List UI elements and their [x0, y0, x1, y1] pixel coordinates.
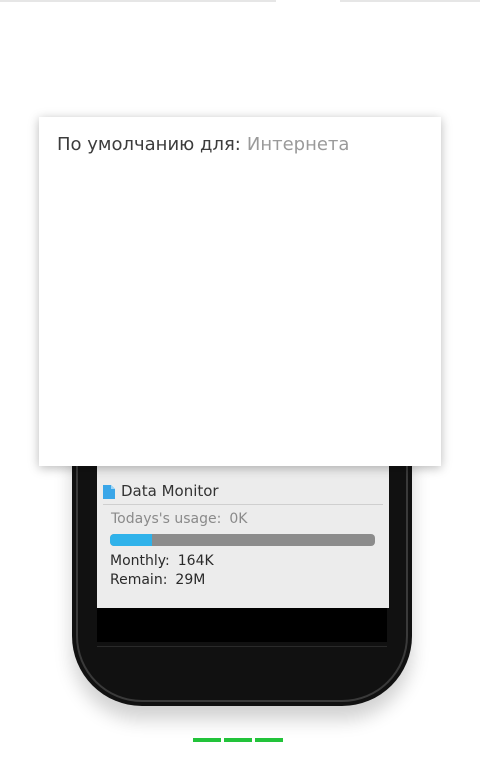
- dialog-title: По умолчанию для: Интернета: [57, 134, 349, 155]
- monthly-label: Monthly:: [110, 553, 170, 569]
- page-indicator-dash: [224, 738, 252, 742]
- file-icon: [103, 484, 115, 499]
- screen: Data Monitor Todays's usage: 0K Monthly: 1…: [0, 0, 480, 762]
- widget-divider: [103, 504, 383, 505]
- remain-value: 29M: [175, 572, 206, 588]
- usage-label: Todays's usage:: [111, 511, 222, 527]
- usage-value: 0K: [229, 511, 248, 527]
- monthly-row: Monthly: 164K: [110, 553, 214, 569]
- widget-title: Data Monitor: [121, 482, 219, 500]
- usage-progress-fill: [110, 534, 153, 546]
- monthly-value: 164K: [177, 553, 214, 569]
- top-divider-left: [0, 0, 276, 2]
- page-indicator: [193, 738, 283, 742]
- data-monitor-widget[interactable]: Data Monitor Todays's usage: 0K Monthly: 1…: [97, 466, 389, 608]
- top-divider-right: [340, 0, 480, 2]
- remain-row: Remain: 29M: [110, 572, 205, 588]
- page-indicator-dash: [193, 738, 221, 742]
- phone-nav-divider: [97, 646, 387, 647]
- default-app-dialog: По умолчанию для: Интернета: [39, 117, 441, 466]
- remain-label: Remain:: [110, 572, 168, 588]
- widget-header: Data Monitor: [103, 480, 219, 502]
- usage-progress-bar: [110, 534, 375, 546]
- dialog-label: По умолчанию для:: [57, 134, 241, 155]
- usage-row: Todays's usage: 0K: [111, 511, 247, 527]
- dialog-app-name: Интернета: [246, 134, 350, 155]
- page-indicator-dash: [255, 738, 283, 742]
